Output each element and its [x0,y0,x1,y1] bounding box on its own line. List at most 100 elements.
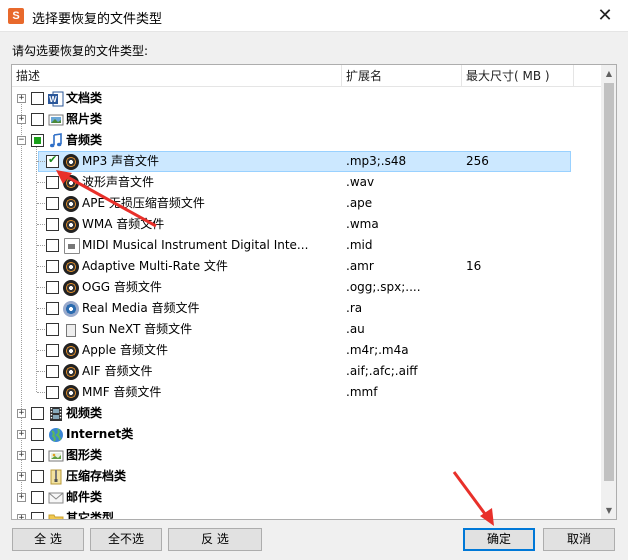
audio-item-row[interactable]: WMA 音频文件 .wma [12,214,601,235]
category-checkbox[interactable] [31,407,44,420]
file-type-label: Real Media 音频文件 [82,301,200,315]
file-type-checkbox[interactable] [46,153,59,168]
category-row-photos[interactable]: + 照片类 [12,109,601,130]
audio-item-row[interactable]: MIDI Musical Instrument Digital Inte... … [12,235,601,256]
category-label: 邮件类 [66,490,103,504]
column-header: 描述 扩展名 最大尺寸( MB ) [12,65,601,87]
audio-item-row[interactable]: Adaptive Multi-Rate 文件 .amr 16 [12,256,601,277]
tree-connector [37,161,45,162]
file-type-checkbox[interactable] [46,323,59,336]
cancel-button[interactable]: 取消 [543,528,615,551]
file-type-label: OGG 音频文件 [82,280,162,294]
extension-cell: .mid [346,238,373,252]
category-checkbox[interactable] [31,449,44,462]
file-type-checkbox[interactable] [46,365,59,378]
scroll-up-arrow-icon[interactable]: ▲ [601,65,616,82]
category-checkbox[interactable] [31,113,44,126]
category-checkbox[interactable] [31,491,44,504]
music-note-icon [48,133,64,149]
file-type-checkbox[interactable] [46,197,59,210]
category-checkbox[interactable] [31,92,44,105]
expand-toggle[interactable]: + [17,94,26,103]
file-type-checkbox[interactable] [46,176,59,189]
expand-toggle[interactable]: + [17,409,26,418]
file-type-label: Sun NeXT 音频文件 [82,322,193,336]
audio-item-row[interactable]: AIF 音频文件 .aif;.afc;.aiff [12,361,601,382]
category-row-video[interactable]: + 视频类 [12,403,601,424]
file-type-checkbox[interactable] [46,260,59,273]
audio-disc-icon [63,196,79,212]
category-row-documents[interactable]: + W 文档类 [12,88,601,109]
category-row-mail[interactable]: + 邮件类 [12,487,601,508]
vertical-scrollbar[interactable]: ▲ ▼ [601,65,616,519]
file-type-label: MP3 声音文件 [82,154,160,168]
scroll-down-arrow-icon[interactable]: ▼ [601,502,616,519]
column-description[interactable]: 描述 [12,65,342,87]
category-label: 文档类 [66,91,103,105]
category-label: 图形类 [66,448,103,462]
select-none-button[interactable]: 全不选 [90,528,162,551]
category-row-internet[interactable]: + Internet类 [12,424,601,445]
category-label: 视频类 [66,406,103,420]
file-type-checkbox[interactable] [46,386,59,399]
expand-toggle[interactable]: + [17,472,26,481]
tree-connector [37,224,45,225]
close-button[interactable]: ✕ [582,0,628,32]
file-type-checkbox[interactable] [46,239,59,252]
audio-item-row[interactable]: MMF 音频文件 .mmf [12,382,601,403]
column-max-size[interactable]: 最大尺寸( MB ) [462,65,574,87]
file-type-checkbox[interactable] [46,302,59,315]
tree-connector [37,203,45,204]
audio-item-row[interactable]: APE 无损压缩音频文件 .ape [12,193,601,214]
file-type-checkbox[interactable] [46,281,59,294]
audio-item-row[interactable]: OGG 音频文件 .ogg;.spx;.... [12,277,601,298]
invert-selection-button[interactable]: 反 选 [168,528,262,551]
file-type-label: Adaptive Multi-Rate 文件 [82,259,228,273]
ok-button[interactable]: 确定 [463,528,535,551]
film-icon [48,406,64,422]
tree-connector [37,308,45,309]
extension-cell: .ape [346,196,373,210]
category-row-audio[interactable]: − 音频类 [12,130,601,151]
tree-connector [37,329,45,330]
collapse-toggle[interactable]: − [17,136,26,145]
file-type-label: AIF 音频文件 [82,364,153,378]
tree-connector [37,182,45,183]
extension-cell: .au [346,322,365,336]
expand-toggle[interactable]: + [17,430,26,439]
scrollbar-thumb[interactable] [604,83,614,481]
audio-item-row[interactable]: Sun NeXT 音频文件 .au [12,319,601,340]
category-checkbox[interactable] [31,470,44,483]
category-row-other[interactable]: + 其它类型 [12,508,601,519]
tree-connector [37,392,45,393]
audio-item-row[interactable]: Real Media 音频文件 .ra [12,298,601,319]
category-checkbox[interactable] [31,134,44,147]
instruction-label: 请勾选要恢复的文件类型: [12,44,149,58]
audio-disc-icon [63,175,79,191]
category-row-graphics[interactable]: + 图形类 [12,445,601,466]
expand-toggle[interactable]: + [17,451,26,460]
audio-item-row[interactable]: 波形声音文件 .wav [12,172,601,193]
category-checkbox[interactable] [31,428,44,441]
audio-disc-icon [63,217,79,233]
file-type-checkbox[interactable] [46,344,59,357]
extension-cell: .wav [346,175,375,189]
category-checkbox[interactable] [31,512,44,519]
audio-disc-icon [63,385,79,401]
file-type-tree[interactable]: 描述 扩展名 最大尺寸( MB ) + W 文档类 + 照片类 − 音频类 ✔ … [11,64,617,520]
title-bar: S 选择要恢复的文件类型 ✕ [0,0,628,32]
column-extension[interactable]: 扩展名 [342,65,462,87]
category-label: Internet类 [66,427,134,441]
expand-toggle[interactable]: + [17,514,26,519]
expand-toggle[interactable]: + [17,493,26,502]
tree-connector [37,371,45,372]
audio-item-row[interactable]: Apple 音频文件 .m4r;.m4a [12,340,601,361]
select-all-button[interactable]: 全 选 [12,528,84,551]
expand-toggle[interactable]: + [17,115,26,124]
category-row-archives[interactable]: + 压缩存档类 [12,466,601,487]
image-icon [48,448,64,464]
file-type-checkbox[interactable] [46,218,59,231]
extension-cell: .m4r;.m4a [346,343,409,357]
svg-text:W: W [49,95,57,104]
audio-item-row[interactable]: MP3 声音文件 .mp3;.s48 256 [12,151,601,172]
